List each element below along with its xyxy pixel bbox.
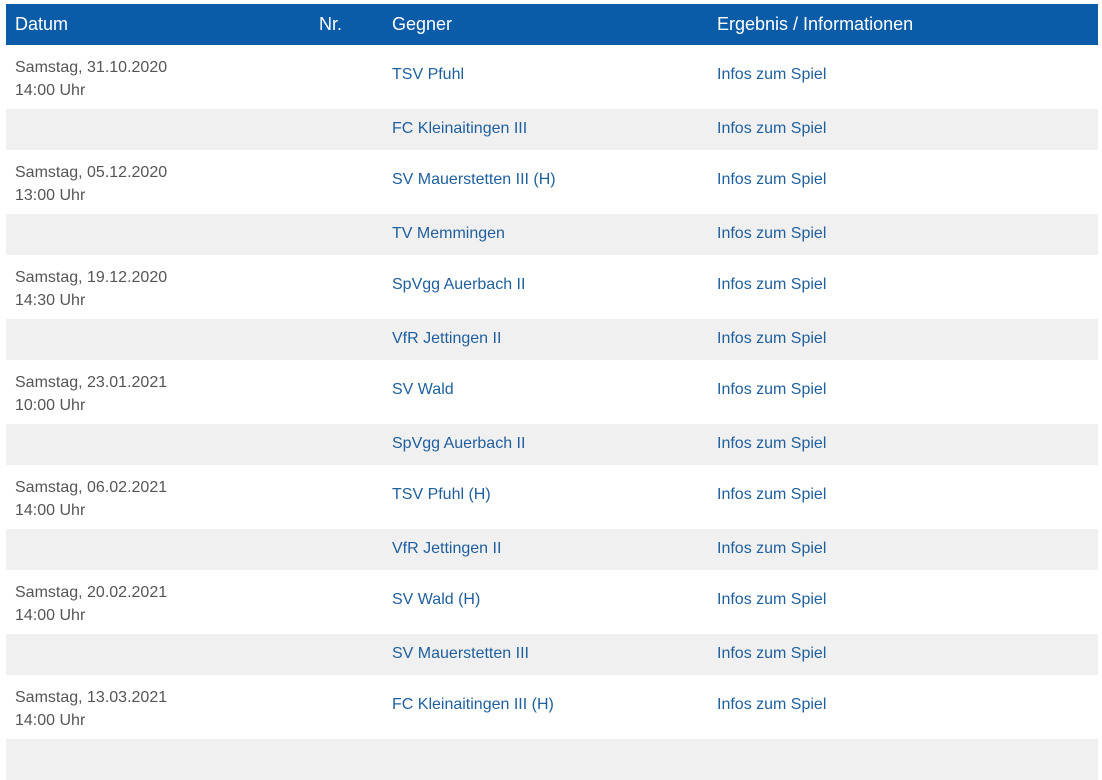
header-gegner: Gegner <box>392 14 453 34</box>
opponent-link[interactable]: VfR Jettingen II <box>392 330 501 348</box>
table-row: Samstag, 19.12.2020 14:30 Uhr SpVgg Auerba… <box>6 255 1098 319</box>
opponent-link[interactable]: TV Memmingen <box>392 225 505 243</box>
match-info-link[interactable]: Infos zum Spiel <box>717 381 826 399</box>
table-row: Samstag, 06.02.2021 14:00 Uhr TSV Pfuhl (H… <box>6 465 1098 529</box>
match-info-link[interactable]: Infos zum Spiel <box>717 330 826 348</box>
match-day: Samstag, 31.10.2020 <box>15 59 168 76</box>
match-day: Samstag, 23.01.2021 <box>15 374 168 391</box>
match-info-link[interactable]: Infos zum Spiel <box>717 591 826 609</box>
match-info-link[interactable]: Infos zum Spiel <box>717 66 826 84</box>
match-day: Samstag, 13.03.2021 <box>15 689 168 706</box>
match-info-link[interactable]: Infos zum Spiel <box>717 225 826 243</box>
match-info-link[interactable]: Infos zum Spiel <box>717 645 826 663</box>
match-day: Samstag, 20.02.2021 <box>15 584 168 601</box>
opponent-link[interactable]: SV Mauerstetten III <box>392 645 529 663</box>
match-time: 10:00 Uhr <box>15 397 86 414</box>
match-time: 14:00 Uhr <box>15 712 86 729</box>
table-row: Samstag, 23.01.2021 10:00 Uhr SV Wald Infos… <box>6 360 1098 424</box>
match-info-link[interactable]: Infos zum Spiel <box>717 435 826 453</box>
fixtures-table: Datum Nr. Gegner Ergebnis / Informatione… <box>6 4 1098 780</box>
opponent-link[interactable]: SpVgg Auerbach II <box>392 435 525 453</box>
opponent-link[interactable]: FC Kleinaitingen III (H) <box>392 696 554 714</box>
table-row: FC Kleinaitingen III Infos zum Spiel <box>6 109 1098 150</box>
match-info-link[interactable]: Infos zum Spiel <box>717 486 826 504</box>
opponent-link[interactable]: SpVgg Auerbach II <box>392 276 525 294</box>
table-row: Samstag, 05.12.2020 13:00 Uhr SV Mauerstet… <box>6 150 1098 214</box>
table-header: Datum Nr. Gegner Ergebnis / Informatione… <box>6 4 1098 45</box>
opponent-link[interactable]: SV Wald (H) <box>392 591 480 609</box>
match-date: Samstag, 23.01.2021 10:00 Uhr <box>15 371 167 417</box>
match-day: Samstag, 05.12.2020 <box>15 164 168 181</box>
table-row: VfR Jettingen II Infos zum Spiel <box>6 319 1098 360</box>
match-date: Samstag, 05.12.2020 13:00 Uhr <box>15 161 167 207</box>
match-date: Samstag, 06.02.2021 14:00 Uhr <box>15 476 167 522</box>
match-time: 14:00 Uhr <box>15 82 86 99</box>
opponent-link[interactable]: TSV Pfuhl (H) <box>392 486 491 504</box>
opponent-link[interactable]: TSV Pfuhl <box>392 66 464 84</box>
match-date: Samstag, 19.12.2020 14:30 Uhr <box>15 266 167 312</box>
table-row <box>6 739 1098 780</box>
match-time: 14:00 Uhr <box>15 502 86 519</box>
header-nr: Nr. <box>319 14 343 34</box>
match-time: 14:30 Uhr <box>15 292 86 309</box>
opponent-link[interactable]: SV Mauerstetten III (H) <box>392 171 556 189</box>
match-time: 13:00 Uhr <box>15 187 86 204</box>
table-row: TV Memmingen Infos zum Spiel <box>6 214 1098 255</box>
match-time: 14:00 Uhr <box>15 607 86 624</box>
match-info-link[interactable]: Infos zum Spiel <box>717 540 826 558</box>
match-info-link[interactable]: Infos zum Spiel <box>717 171 826 189</box>
table-row: SV Mauerstetten III Infos zum Spiel <box>6 634 1098 675</box>
match-info-link[interactable]: Infos zum Spiel <box>717 696 826 714</box>
match-day: Samstag, 06.02.2021 <box>15 479 168 496</box>
match-info-link[interactable]: Infos zum Spiel <box>717 276 826 294</box>
opponent-link[interactable]: FC Kleinaitingen III <box>392 120 527 138</box>
opponent-link[interactable]: SV Wald <box>392 381 454 399</box>
match-date: Samstag, 13.03.2021 14:00 Uhr <box>15 686 167 732</box>
table-row: Samstag, 31.10.2020 14:00 Uhr TSV Pfuhl Inf… <box>6 45 1098 109</box>
match-date: Samstag, 31.10.2020 14:00 Uhr <box>15 56 167 102</box>
table-body: Samstag, 31.10.2020 14:00 Uhr TSV Pfuhl Inf… <box>6 45 1098 780</box>
match-info-link[interactable]: Infos zum Spiel <box>717 120 826 138</box>
table-row: SpVgg Auerbach II Infos zum Spiel <box>6 424 1098 465</box>
table-row: VfR Jettingen II Infos zum Spiel <box>6 529 1098 570</box>
match-date: Samstag, 20.02.2021 14:00 Uhr <box>15 581 167 627</box>
header-ergebnis: Ergebnis / Informationen <box>717 14 914 34</box>
match-day: Samstag, 19.12.2020 <box>15 269 168 286</box>
table-row: Samstag, 20.02.2021 14:00 Uhr SV Wald (H) I… <box>6 570 1098 634</box>
table-row: Samstag, 13.03.2021 14:00 Uhr FC Kleinaiti… <box>6 675 1098 739</box>
opponent-link[interactable]: VfR Jettingen II <box>392 540 501 558</box>
header-datum: Datum <box>15 14 69 34</box>
